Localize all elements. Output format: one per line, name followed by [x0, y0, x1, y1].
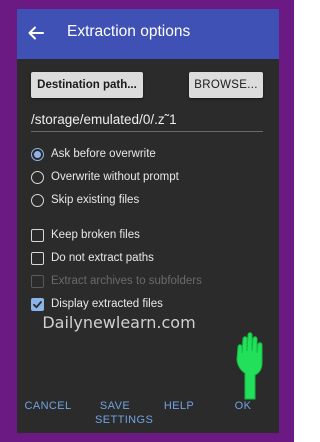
checkbox-label: Do not extract paths: [51, 252, 154, 264]
pointing-hand-icon: [236, 332, 263, 400]
radio-button[interactable]: [31, 193, 44, 207]
purple-frame: Extraction options Destination path... B…: [0, 0, 294, 442]
help-button[interactable]: HELP: [161, 399, 197, 413]
browse-button[interactable]: BROWSE...: [189, 72, 263, 98]
radio-label: Overwrite without prompt: [51, 171, 179, 183]
destination-path-button[interactable]: Destination path...: [31, 72, 143, 98]
checkmark-icon: [33, 300, 42, 308]
checkbox-keep-broken-files[interactable]: Keep broken files: [31, 226, 140, 244]
radio-skip-existing-files[interactable]: Skip existing files: [31, 191, 139, 209]
title-bar: Extraction options: [17, 9, 279, 59]
checkbox-extract-archives-to-subfolders: Extract archives to subfolders: [31, 272, 202, 290]
extraction-options-dialog: Extraction options Destination path... B…: [17, 9, 279, 433]
arrow-left-icon[interactable]: [27, 24, 45, 42]
watermark-text: Dailynewlearn.com: [42, 313, 196, 332]
checkbox-checked[interactable]: [31, 297, 44, 311]
save-settings-label-line1: SAVE: [99, 400, 131, 412]
checkbox-do-not-extract-paths[interactable]: Do not extract paths: [31, 249, 154, 267]
checkbox[interactable]: [31, 251, 44, 265]
radio-button[interactable]: [31, 170, 44, 184]
checkbox-display-extracted-files[interactable]: Display extracted files: [31, 295, 163, 313]
checkbox-label: Extract archives to subfolders: [51, 275, 202, 287]
save-settings-label-line2: SETTINGS: [95, 414, 154, 426]
ok-button[interactable]: OK: [231, 399, 255, 413]
checkbox-disabled: [31, 274, 44, 288]
dialog-title: Extraction options: [67, 23, 191, 40]
radio-button-selected[interactable]: [31, 147, 44, 161]
checkbox-label: Keep broken files: [51, 229, 140, 241]
radio-ask-before-overwrite[interactable]: Ask before overwrite: [31, 145, 156, 163]
checkbox[interactable]: [31, 228, 44, 242]
save-settings-button[interactable]: SAVE SETTINGS: [95, 399, 154, 427]
radio-overwrite-without-prompt[interactable]: Overwrite without prompt: [31, 168, 179, 186]
destination-path-field[interactable]: /storage/emulated/0/.z˜1: [31, 109, 263, 132]
cancel-button[interactable]: CANCEL: [23, 399, 73, 413]
radio-label: Ask before overwrite: [51, 148, 156, 160]
radio-label: Skip existing files: [51, 194, 140, 206]
checkbox-label: Display extracted files: [51, 298, 163, 310]
